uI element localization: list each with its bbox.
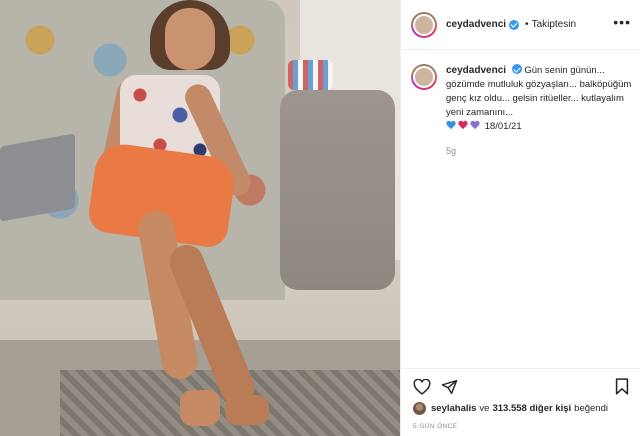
red-heart-icon bbox=[458, 121, 468, 130]
verified-icon bbox=[509, 19, 520, 30]
likes-count[interactable]: 313.558 diğer kişi bbox=[492, 403, 571, 414]
follow-status[interactable]: • Takiptesin bbox=[525, 19, 576, 30]
follow-status-label: Takiptesin bbox=[531, 19, 577, 30]
pillow bbox=[288, 60, 333, 90]
purple-heart-icon bbox=[470, 121, 480, 130]
girl-face bbox=[165, 8, 215, 70]
girl-foot-right bbox=[225, 395, 269, 425]
bookmark-icon[interactable] bbox=[615, 378, 629, 395]
verified-icon bbox=[511, 64, 522, 74]
post-panel: ceydadvenci • Takiptesin ••• ceydadvenci … bbox=[400, 0, 640, 436]
likes-connector: ve bbox=[479, 403, 490, 414]
sofa-arm bbox=[280, 90, 395, 290]
post-header: ceydadvenci • Takiptesin ••• bbox=[401, 0, 640, 50]
girl-foot-left bbox=[180, 390, 220, 426]
caption: ceydadvenci Gün senin günün... gözümde m… bbox=[411, 64, 636, 158]
post-photo[interactable] bbox=[0, 0, 400, 436]
likes-summary[interactable]: seylahalis ve 313.558 diğer kişi beğendi bbox=[413, 402, 611, 415]
posted-time: 5 GÜN ÖNCE bbox=[413, 423, 458, 430]
caption-time-ago: 5g bbox=[446, 146, 457, 156]
more-options-icon[interactable]: ••• bbox=[613, 15, 631, 29]
action-bar bbox=[401, 368, 640, 404]
liker-username[interactable]: seylahalis bbox=[431, 403, 476, 414]
like-icon[interactable] bbox=[413, 378, 431, 395]
share-icon[interactable] bbox=[441, 379, 458, 395]
header-username[interactable]: ceydadvenci bbox=[446, 19, 506, 30]
caption-avatar[interactable] bbox=[411, 64, 437, 90]
caption-date: 18/01/21 bbox=[484, 121, 522, 132]
profile-avatar[interactable] bbox=[411, 12, 437, 38]
hearts-emoji bbox=[446, 121, 480, 130]
caption-username[interactable]: ceydadvenci bbox=[446, 65, 506, 76]
likes-suffix: beğendi bbox=[574, 403, 608, 414]
liker-avatar bbox=[413, 402, 426, 415]
blue-heart-icon bbox=[446, 121, 456, 130]
tablet bbox=[0, 133, 75, 222]
